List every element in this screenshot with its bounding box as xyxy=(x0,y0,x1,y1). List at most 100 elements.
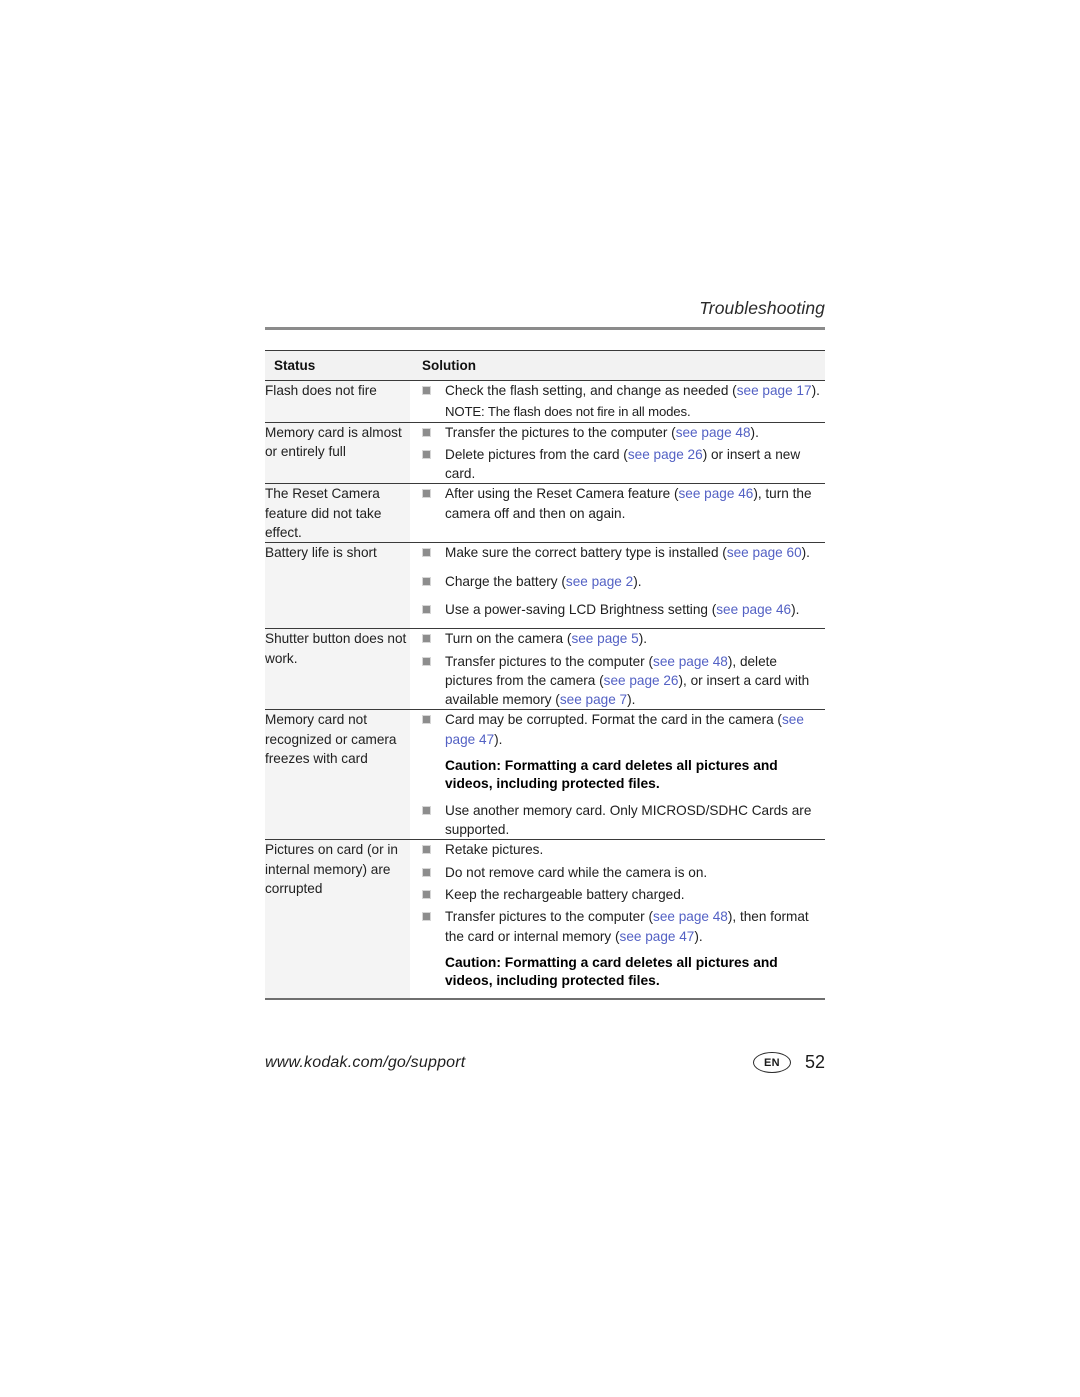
text-run: Transfer the pictures to the computer ( xyxy=(445,424,676,440)
text-run: ). xyxy=(801,545,810,561)
page-reference-link[interactable]: see page 48 xyxy=(676,425,751,440)
solution-item: Delete pictures from the card (see page … xyxy=(410,445,825,484)
solution-cell: Check the flash setting, and change as n… xyxy=(410,380,825,423)
solution-item: Do not remove card while the camera is o… xyxy=(410,863,825,882)
caution-note: Caution: Formatting a card deletes all p… xyxy=(410,757,825,793)
solution-list: Retake pictures. Do not remove card while… xyxy=(410,840,825,989)
page-reference-link[interactable]: see page 26 xyxy=(628,447,703,462)
status-cell: Battery life is short xyxy=(265,542,410,630)
table-row: Flash does not fire Check the flash setti… xyxy=(265,380,825,423)
text-run: Charge the battery ( xyxy=(445,573,566,589)
text-run: ). xyxy=(638,631,648,647)
solution-text: Use another memory card. Only MICROSD/SD… xyxy=(445,803,811,837)
text-run: Use a power-saving LCD Brightness settin… xyxy=(445,601,717,617)
column-header-status: Status xyxy=(265,349,410,381)
status-cell: Memory card not recognized or camera fre… xyxy=(265,709,410,841)
solution-text: Charge the battery (see page 2). xyxy=(445,574,642,589)
page-reference-link[interactable]: see page 47 xyxy=(620,929,695,944)
column-header-solution: Solution xyxy=(410,349,825,381)
text-run: Do not remove card while the camera is o… xyxy=(445,864,708,880)
solution-text: Check the flash setting, and change as n… xyxy=(445,383,820,398)
solution-list: Check the flash setting, and change as n… xyxy=(410,381,825,422)
solution-item: Charge the battery (see page 2). xyxy=(410,572,825,591)
solution-text: Card may be corrupted. Format the card i… xyxy=(445,712,804,746)
solution-cell: Transfer the pictures to the computer (s… xyxy=(410,422,825,485)
text-run: Make sure the correct battery type is in… xyxy=(445,545,727,561)
solution-item: Retake pictures. xyxy=(410,840,825,859)
text-run: Caution: Formatting a card deletes all p… xyxy=(445,757,778,791)
solution-text: Transfer pictures to the computer (see p… xyxy=(445,654,809,708)
status-cell: Shutter button does not work. xyxy=(265,628,410,711)
text-run: ). xyxy=(494,731,503,747)
text-run: Delete pictures from the card ( xyxy=(445,446,628,462)
solution-text: Keep the rechargeable battery charged. xyxy=(445,887,685,902)
status-cell: The Reset Camera feature did not take ef… xyxy=(265,483,410,544)
support-url: www.kodak.com/go/support xyxy=(265,1054,466,1071)
page-reference-link[interactable]: see page 2 xyxy=(566,574,633,589)
solution-list: After using the Reset Camera feature (se… xyxy=(410,484,825,523)
solution-text: Use a power-saving LCD Brightness settin… xyxy=(445,602,799,617)
page-reference-link[interactable]: see page 26 xyxy=(604,673,679,688)
text-run: Use another memory card. Only MICROSD/SD… xyxy=(445,802,812,838)
table-row: The Reset Camera feature did not take ef… xyxy=(265,483,825,544)
solution-list: Transfer the pictures to the computer (s… xyxy=(410,423,825,484)
solution-item: Transfer the pictures to the computer (s… xyxy=(410,423,825,442)
text-run: ). xyxy=(750,424,759,440)
table-row: Memory card not recognized or camera fre… xyxy=(265,709,825,841)
status-cell: Memory card is almost or entirely full xyxy=(265,422,410,485)
table-header-row: Status Solution xyxy=(265,349,825,381)
running-head-rule xyxy=(265,326,825,330)
solution-text: Transfer the pictures to the computer (s… xyxy=(445,425,759,440)
text-run: Keep the rechargeable battery charged. xyxy=(445,887,685,903)
page-reference-link[interactable]: see page 48 xyxy=(653,909,728,924)
text-run: After using the Reset Camera feature ( xyxy=(445,486,679,502)
page-footer: www.kodak.com/go/support EN 52 xyxy=(265,1052,825,1082)
solution-cell: After using the Reset Camera feature (se… xyxy=(410,483,825,544)
text-run: ). xyxy=(791,601,800,617)
language-badge-icon: EN xyxy=(752,1052,791,1073)
page-reference-link[interactable]: see page 7 xyxy=(560,692,627,707)
page-content: Troubleshooting Status Solution Flash do… xyxy=(265,298,825,1000)
status-cell: Pictures on card (or in internal memory)… xyxy=(265,839,410,1000)
solution-text: Do not remove card while the camera is o… xyxy=(445,865,707,880)
solution-text: Make sure the correct battery type is in… xyxy=(445,545,810,560)
text-run: Caution: Formatting a card deletes all p… xyxy=(445,954,778,988)
solution-item: Transfer pictures to the computer (see p… xyxy=(410,652,825,710)
solution-item: Check the flash setting, and change as n… xyxy=(410,381,825,400)
solution-text: Caution: Formatting a card deletes all p… xyxy=(445,757,825,793)
solution-list: Turn on the camera (see page 5). Transfer… xyxy=(410,629,825,709)
text-run: Retake pictures. xyxy=(445,842,544,858)
page-reference-link[interactable]: see page 17 xyxy=(737,383,812,398)
page-reference-link[interactable]: see page 60 xyxy=(727,545,802,560)
table-body: Flash does not fire Check the flash setti… xyxy=(265,380,825,1000)
table-row: Memory card is almost or entirely full Tr… xyxy=(265,422,825,485)
solution-item: Use another memory card. Only MICROSD/SD… xyxy=(410,801,825,840)
solution-text: Turn on the camera (see page 5). xyxy=(445,631,647,646)
page-reference-link[interactable]: see page 5 xyxy=(571,631,638,646)
solution-list: Make sure the correct battery type is in… xyxy=(410,543,825,619)
solution-item: After using the Reset Camera feature (se… xyxy=(410,484,825,523)
solution-text: Retake pictures. xyxy=(445,842,543,857)
solution-text: After using the Reset Camera feature (se… xyxy=(445,486,812,520)
solution-item: Transfer pictures to the computer (see p… xyxy=(410,907,825,946)
text-run: ). xyxy=(811,382,820,398)
running-head-title: Troubleshooting xyxy=(699,298,825,318)
text-run: Turn on the camera ( xyxy=(445,631,572,647)
solution-list: Card may be corrupted. Format the card i… xyxy=(410,710,825,839)
text-run: Transfer pictures to the computer ( xyxy=(445,909,654,925)
page-reference-link[interactable]: see page 48 xyxy=(653,654,728,669)
table-row: Battery life is short Make sure the corre… xyxy=(265,542,825,630)
solution-item: Keep the rechargeable battery charged. xyxy=(410,885,825,904)
page-reference-link[interactable]: see page 46 xyxy=(716,602,791,617)
inline-note: NOTE: The flash does not fire in all mod… xyxy=(410,403,825,422)
text-run: ). xyxy=(694,928,703,944)
solution-text: Delete pictures from the card (see page … xyxy=(445,447,800,481)
page-reference-link[interactable]: see page 46 xyxy=(678,486,753,501)
text-run: ). xyxy=(633,573,642,589)
solution-cell: Turn on the camera (see page 5). Transfer… xyxy=(410,628,825,711)
text-run: NOTE: The flash does not fire in all mod… xyxy=(445,403,691,419)
solution-item: Use a power-saving LCD Brightness settin… xyxy=(410,600,825,619)
text-run: Card may be corrupted. Format the card i… xyxy=(445,712,782,728)
table-row: Pictures on card (or in internal memory)… xyxy=(265,839,825,1000)
solution-cell: Card may be corrupted. Format the card i… xyxy=(410,709,825,841)
